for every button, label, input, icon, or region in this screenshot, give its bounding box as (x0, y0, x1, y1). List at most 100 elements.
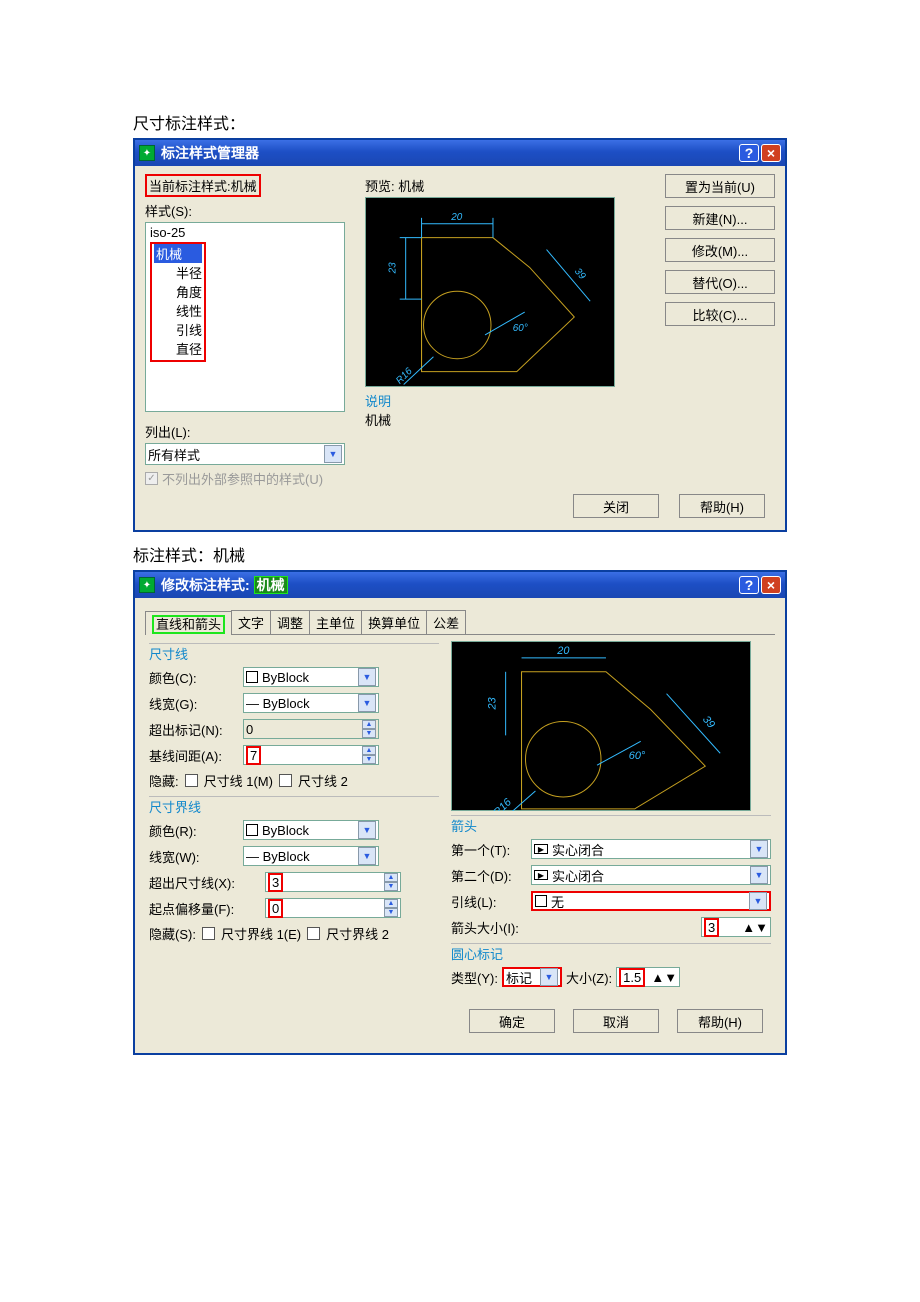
hide-dimline2-checkbox[interactable] (279, 774, 292, 787)
center-size-spinner[interactable]: 1.5 ▲▼ (616, 967, 680, 987)
new-button[interactable]: 新建(N)... (665, 206, 775, 230)
arrow-size-spinner[interactable]: 3 ▲▼ (701, 917, 771, 937)
hide-extline1-checkbox[interactable] (202, 927, 215, 940)
extline-color-select[interactable]: ByBlock ▼ (243, 820, 379, 840)
spin-down-icon[interactable]: ▼ (384, 908, 398, 917)
svg-text:39: 39 (700, 714, 717, 731)
cancel-button[interactable]: 取消 (573, 1009, 659, 1033)
modify-dimstyle-window: ✦ 修改标注样式: 机械 ? × 直线和箭头 文字 调整 主单位 换算单位 公差 (133, 570, 787, 1055)
description-value: 机械 (365, 410, 655, 429)
styles-label: 样式(S): (145, 201, 355, 220)
preview-label: 预览: 机械 (365, 176, 655, 195)
chevron-down-icon[interactable]: ▼ (540, 968, 558, 986)
spin-up-icon[interactable]: ▲ (742, 920, 755, 935)
list-item[interactable]: iso-25 (150, 225, 340, 240)
origin-offset-spinner[interactable]: 0 ▲▼ (265, 898, 401, 918)
list-item[interactable]: 角度 (154, 282, 202, 301)
chevron-down-icon[interactable]: ▼ (749, 892, 767, 910)
tab-tol[interactable]: 公差 (426, 610, 466, 634)
hide-extline2-checkbox[interactable] (307, 927, 320, 940)
baseline-spinner[interactable]: 7 ▲▼ (243, 745, 379, 765)
style-name-highlight: 机械 (254, 576, 288, 594)
spin-up-icon[interactable]: ▲ (651, 970, 664, 985)
list-item[interactable]: 半径 (154, 263, 202, 282)
leader-select[interactable]: 无 ▼ (531, 891, 771, 911)
list-item[interactable]: 线性 (154, 301, 202, 320)
center-type-select[interactable]: 标记 ▼ (502, 967, 562, 987)
spin-up-icon: ▲ (362, 720, 376, 729)
description-title: 说明 (365, 391, 655, 410)
chevron-down-icon[interactable]: ▼ (358, 668, 376, 686)
chevron-down-icon[interactable]: ▼ (750, 840, 768, 858)
svg-text:39: 39 (572, 266, 588, 282)
help-button[interactable]: 帮助(H) (677, 1009, 763, 1033)
spin-down-icon[interactable]: ▼ (362, 755, 376, 764)
svg-text:20: 20 (450, 212, 463, 223)
leader-label: 引线(L): (451, 892, 527, 911)
swatch-icon (246, 824, 258, 836)
modify-button[interactable]: 修改(M)... (665, 238, 775, 262)
override-button[interactable]: 替代(O)... (665, 270, 775, 294)
chevron-down-icon[interactable]: ▼ (324, 445, 342, 463)
tab-primary[interactable]: 主单位 (309, 610, 362, 634)
titlebar[interactable]: ✦ 标注样式管理器 ? × (135, 140, 785, 166)
styles-listbox[interactable]: iso-25 机械 半径 角度 线性 引线 直径 (145, 222, 345, 412)
chevron-down-icon[interactable]: ▼ (358, 694, 376, 712)
spin-up-icon[interactable]: ▲ (362, 746, 376, 755)
arrow2-select[interactable]: ▶ 实心闭合 ▼ (531, 865, 771, 885)
subheading: 标注样式：机械 (133, 542, 787, 566)
close-icon[interactable]: × (761, 144, 781, 162)
ext-mark-label: 超出标记(N): (149, 720, 237, 739)
beyond-label: 超出尺寸线(X): (149, 873, 259, 892)
spin-down-icon[interactable]: ▼ (664, 970, 677, 985)
tab-fit[interactable]: 调整 (270, 610, 310, 634)
help-button[interactable]: 帮助(H) (679, 494, 765, 518)
dimstyle-manager-window: ✦ 标注样式管理器 ? × 当前标注样式:机械 样式(S): iso-25 机械… (133, 138, 787, 532)
origin-offset-label: 起点偏移量(F): (149, 899, 259, 918)
spin-up-icon[interactable]: ▲ (384, 873, 398, 882)
baseline-label: 基线间距(A): (149, 746, 237, 765)
tab-alt[interactable]: 换算单位 (361, 610, 427, 634)
spin-up-icon[interactable]: ▲ (384, 899, 398, 908)
arrow1-select[interactable]: ▶ 实心闭合 ▼ (531, 839, 771, 859)
svg-text:60°: 60° (629, 750, 646, 762)
group-dim-line: 尺寸线 (149, 643, 439, 663)
dimline-lw-select[interactable]: — ByBlock ▼ (243, 693, 379, 713)
titlebar[interactable]: ✦ 修改标注样式: 机械 ? × (135, 572, 785, 598)
spin-down-icon[interactable]: ▼ (384, 882, 398, 891)
close-button[interactable]: 关闭 (573, 494, 659, 518)
dimline-lw-label: 线宽(G): (149, 694, 237, 713)
dimline-color-select[interactable]: ByBlock ▼ (243, 667, 379, 687)
hide-dimline1-checkbox[interactable] (185, 774, 198, 787)
list-item-selected[interactable]: 机械 (154, 244, 202, 263)
current-style-label: 当前标注样式:机械 (145, 174, 261, 197)
tab-lines-arrows[interactable]: 直线和箭头 (145, 611, 232, 635)
list-item[interactable]: 直径 (154, 339, 202, 358)
group-arrow: 箭头 (451, 815, 771, 835)
svg-text:R16: R16 (394, 366, 415, 387)
close-icon[interactable]: × (761, 576, 781, 594)
tab-text[interactable]: 文字 (231, 610, 271, 634)
beyond-spinner[interactable]: 3 ▲▼ (265, 872, 401, 892)
list-filter-select[interactable]: 所有样式 ▼ (145, 443, 345, 465)
group-center-mark: 圆心标记 (451, 943, 771, 963)
spin-down-icon[interactable]: ▼ (755, 920, 768, 935)
extline-lw-label: 线宽(W): (149, 847, 237, 866)
list-item[interactable]: 引线 (154, 320, 202, 339)
help-icon[interactable]: ? (739, 144, 759, 162)
chevron-down-icon[interactable]: ▼ (358, 821, 376, 839)
extline-lw-select[interactable]: — ByBlock ▼ (243, 846, 379, 866)
ok-button[interactable]: 确定 (469, 1009, 555, 1033)
swatch-icon (246, 671, 258, 683)
set-current-button[interactable]: 置为当前(U) (665, 174, 775, 198)
help-icon[interactable]: ? (739, 576, 759, 594)
chevron-down-icon[interactable]: ▼ (358, 847, 376, 865)
chevron-down-icon[interactable]: ▼ (750, 866, 768, 884)
compare-button[interactable]: 比较(C)... (665, 302, 775, 326)
dimline-color-label: 颜色(C): (149, 668, 237, 687)
swatch-icon (535, 895, 547, 907)
svg-text:60°: 60° (513, 323, 528, 334)
hide-dimline1-label: 尺寸线 1(M) (204, 771, 273, 790)
arrow-size-label: 箭头大小(I): (451, 918, 697, 937)
svg-text:R16: R16 (491, 796, 514, 811)
